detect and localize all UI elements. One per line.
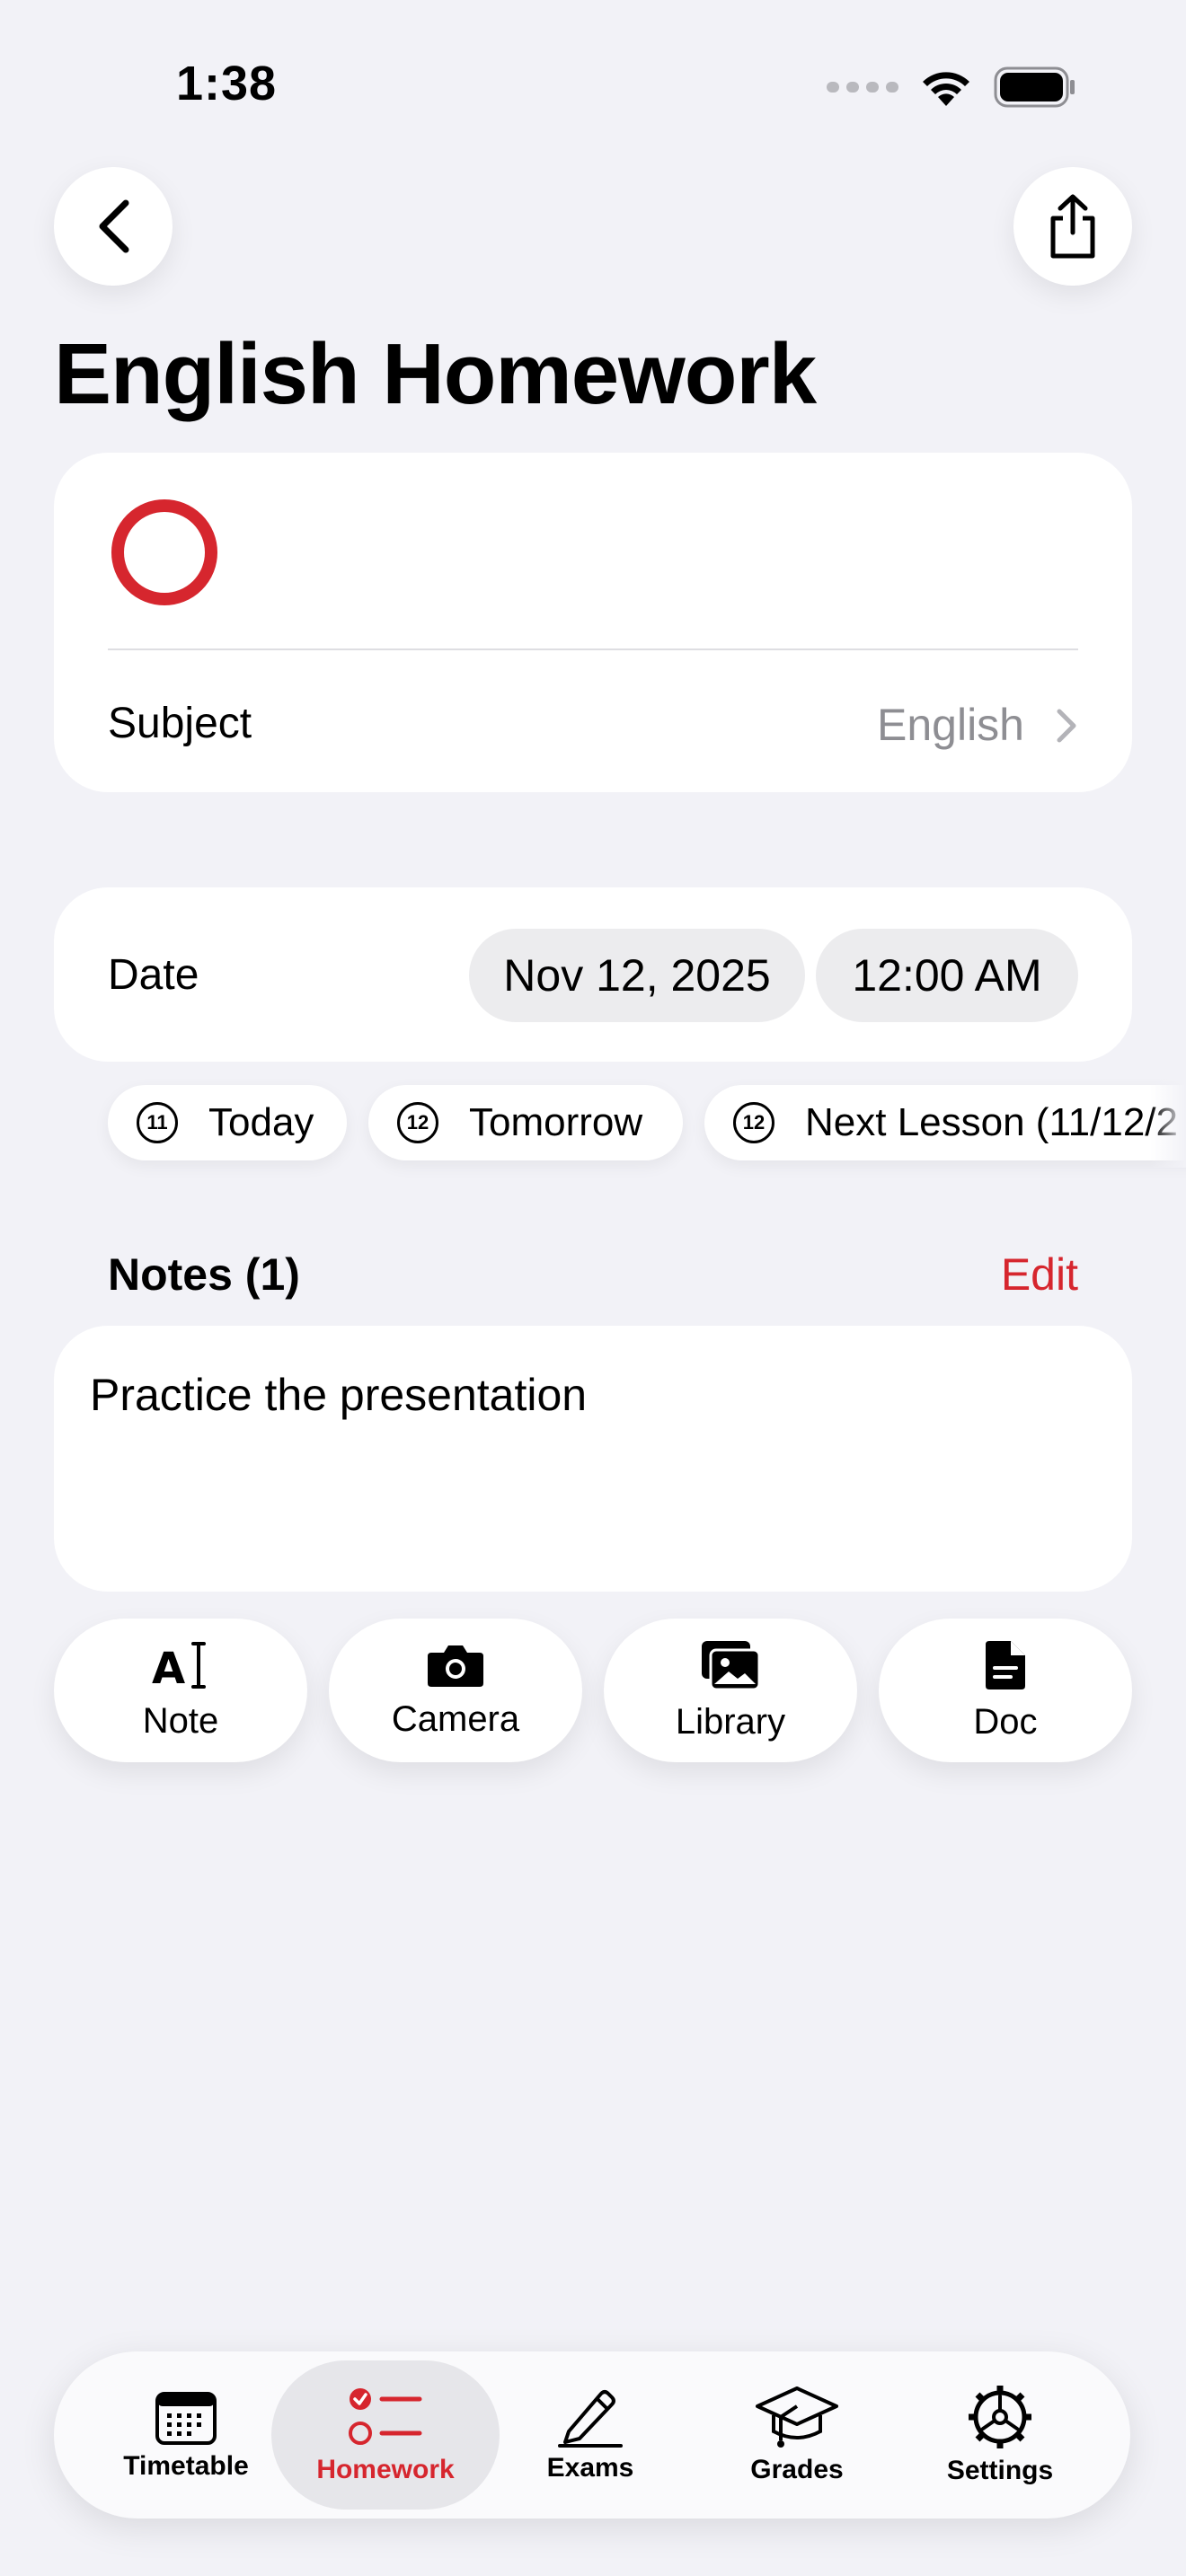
cellular-signal-icon — [827, 82, 898, 93]
date-label: Date — [108, 951, 199, 999]
photo-library-icon — [702, 1640, 761, 1690]
notes-card[interactable]: Practice the presentation — [54, 1326, 1132, 1592]
tab-bar: Timetable Homework Exams Grades Settings — [54, 2351, 1130, 2519]
tab-grades[interactable]: Grades — [683, 2360, 911, 2510]
tab-timetable[interactable]: Timetable — [72, 2360, 300, 2510]
camera-icon — [428, 1645, 483, 1687]
calendar-day-icon: 11 — [137, 1102, 178, 1143]
share-icon — [1050, 194, 1095, 259]
quick-date-label: Today — [208, 1100, 314, 1144]
date-picker[interactable]: Nov 12, 2025 — [469, 929, 805, 1022]
tab-exams[interactable]: Exams — [476, 2360, 704, 2510]
attachment-label: Note — [142, 1700, 219, 1741]
graduation-cap-icon — [756, 2386, 838, 2448]
tab-homework[interactable]: Homework — [271, 2360, 500, 2510]
checklist-icon — [349, 2388, 422, 2445]
tab-label: Exams — [546, 2453, 634, 2483]
document-icon — [986, 1640, 1025, 1689]
notes-header: Notes (1) — [108, 1249, 300, 1300]
quick-date-today[interactable]: 11 Today — [108, 1085, 347, 1160]
add-note-button[interactable]: A Note — [54, 1619, 307, 1762]
completion-toggle[interactable] — [111, 499, 217, 605]
attachment-label: Library — [675, 1701, 786, 1742]
pencil-icon — [558, 2390, 623, 2448]
quick-date-tomorrow[interactable]: 12 Tomorrow — [368, 1085, 683, 1160]
back-button[interactable] — [54, 167, 173, 286]
calendar-day-icon: 12 — [397, 1102, 438, 1143]
quick-date-label: Next Lesson (11/12/2 — [805, 1100, 1178, 1144]
photo-library-button[interactable]: Library — [604, 1619, 857, 1762]
quick-date-label: Tomorrow — [469, 1100, 643, 1144]
wifi-icon — [923, 72, 969, 106]
tab-label: Grades — [750, 2455, 844, 2484]
status-indicators — [827, 66, 1076, 108]
divider — [108, 648, 1078, 650]
subject-label: Subject — [108, 700, 252, 747]
status-time: 1:38 — [176, 57, 278, 110]
share-button[interactable] — [1013, 167, 1132, 286]
chevron-left-icon — [99, 199, 129, 253]
calendar-day-icon: 12 — [733, 1102, 774, 1143]
calendar-icon — [155, 2392, 217, 2445]
page-title: English Homework — [54, 326, 817, 422]
tab-label: Timetable — [123, 2451, 249, 2481]
attachment-label: Camera — [391, 1698, 520, 1739]
tab-settings[interactable]: Settings — [886, 2360, 1114, 2510]
text-cursor-icon: A — [152, 1641, 206, 1690]
quick-date-next-lesson[interactable]: 12 Next Lesson (11/12/2 — [704, 1085, 1186, 1160]
tab-label: Homework — [316, 2455, 455, 2484]
gear-icon — [969, 2386, 1031, 2448]
document-button[interactable]: Doc — [879, 1619, 1132, 1762]
svg-text:A: A — [152, 1644, 185, 1690]
subject-value[interactable]: English — [877, 699, 1024, 751]
camera-button[interactable]: Camera — [329, 1619, 582, 1762]
battery-icon — [994, 66, 1075, 108]
homework-card: Subject English — [54, 453, 1132, 792]
time-picker[interactable]: 12:00 AM — [816, 929, 1078, 1022]
homework-detail-screen: 1:38 English Homework Subject English Da… — [0, 0, 1186, 2576]
date-card: Date Nov 12, 2025 12:00 AM — [54, 887, 1132, 1062]
notes-edit-button[interactable]: Edit — [1001, 1248, 1078, 1301]
note-item[interactable]: Practice the presentation — [90, 1369, 587, 1421]
scroll-fade — [1150, 1078, 1186, 1168]
chevron-right-icon — [1057, 709, 1076, 743]
attachment-label: Doc — [973, 1701, 1038, 1742]
tab-label: Settings — [946, 2456, 1054, 2485]
